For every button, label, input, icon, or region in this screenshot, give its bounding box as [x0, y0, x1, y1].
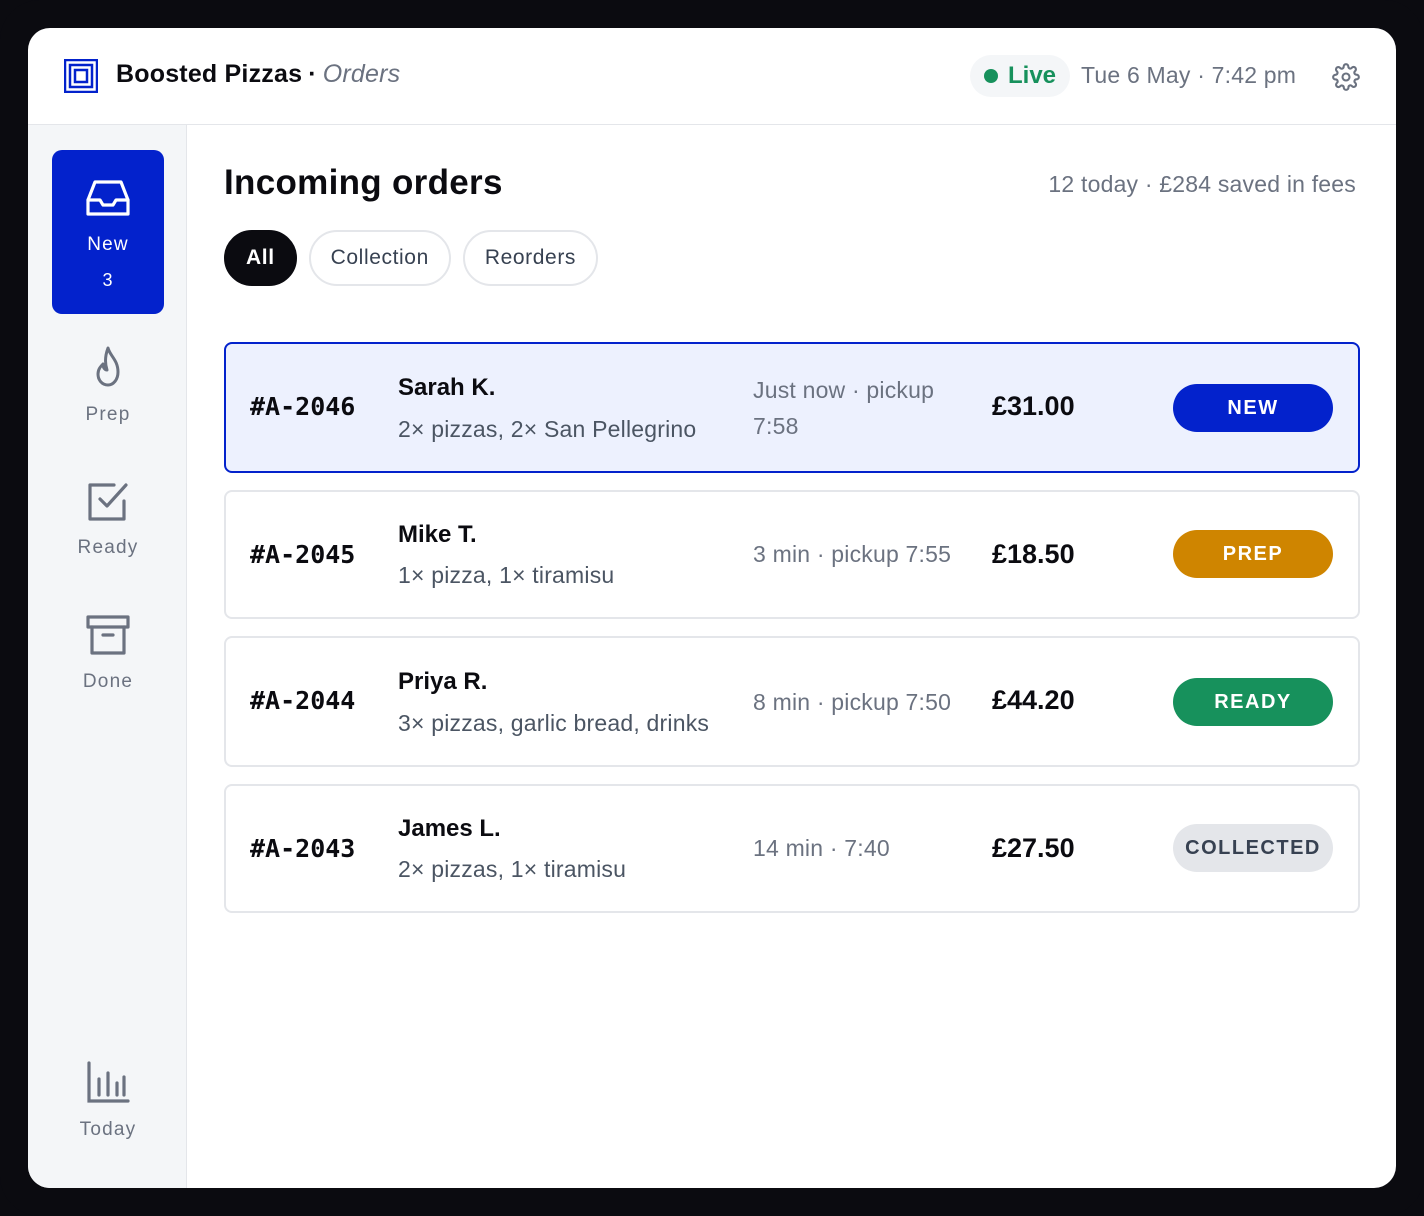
status-badge-ready[interactable]: READY — [1173, 678, 1333, 726]
brand-title: Boosted Pizzas · Orders — [116, 60, 400, 89]
order-items: 2× pizzas, 2× San Pellegrino — [398, 416, 697, 442]
sidebar-item-label: New — [87, 234, 129, 255]
customer-name: Sarah K. — [398, 374, 496, 401]
main-content: Incoming orders 12 today · £284 saved in… — [187, 125, 1396, 1188]
live-label: Live — [1008, 62, 1057, 89]
new-count-badge: 3 — [102, 270, 114, 290]
customer-name: Mike T. — [398, 521, 477, 548]
sidebar-item-new[interactable]: New 3 — [52, 150, 164, 314]
brand-logo-icon — [64, 59, 98, 93]
app-header: Boosted Pizzas · Orders Live Tue 6 May · 7… — [28, 28, 1396, 125]
order-price: £18.50 — [992, 539, 1075, 569]
sidebar-item-label: Done — [82, 671, 134, 692]
order-timing: 3 min · pickup 7:55 — [753, 536, 951, 572]
order-timing: 14 min · 7:40 — [753, 830, 890, 866]
order-items: 2× pizzas, 1× tiramisu — [398, 856, 627, 882]
order-price: £31.00 — [992, 391, 1075, 421]
orders-summary: 12 today · £284 saved in fees — [1048, 171, 1356, 197]
status-badge-prep[interactable]: PREP — [1173, 530, 1333, 578]
order-timing-line: 7:58 — [753, 413, 799, 439]
inbox-icon — [86, 180, 130, 216]
page-title: Incoming orders — [224, 163, 503, 202]
sidebar-item-label: Prep — [85, 404, 131, 425]
sidebar-item-done[interactable]: Done — [52, 611, 164, 775]
tablet-frame: Boosted Pizzas · Orders Live Tue 6 May · 7… — [0, 0, 1424, 1216]
page-name: Orders — [322, 60, 401, 88]
filter-collection[interactable]: Collection — [308, 230, 451, 286]
brand-name: Boosted Pizzas — [116, 60, 303, 88]
order-timing-line: 14 min · 7:40 — [753, 835, 890, 861]
order-timing-line: Just now · pickup — [753, 377, 935, 403]
filter-all[interactable]: All — [224, 230, 297, 286]
order-price: £27.50 — [992, 833, 1075, 863]
order-id: #A-2043 — [250, 834, 356, 863]
bar-chart-icon — [87, 1061, 130, 1103]
sidebar-item-today[interactable]: Today — [52, 1059, 164, 1188]
archive-icon — [86, 615, 130, 655]
order-id: #A-2046 — [250, 392, 356, 421]
filter-reorders[interactable]: Reorders — [462, 230, 599, 286]
live-dot-icon — [984, 69, 998, 83]
order-id: #A-2044 — [250, 686, 356, 715]
brand-separator: · — [308, 60, 317, 88]
order-items: 3× pizzas, garlic bread, drinks — [398, 710, 710, 736]
order-timing: 8 min · pickup 7:50 — [753, 684, 951, 720]
sidebar-item-label: Ready — [77, 537, 139, 558]
status-badge-new[interactable]: NEW — [1173, 384, 1333, 432]
flame-icon — [96, 346, 120, 387]
order-id: #A-2045 — [250, 540, 356, 569]
order-row[interactable]: #A-2043 James L. 2× pizzas, 1× tiramisu … — [224, 784, 1360, 913]
order-row[interactable]: #A-2045 Mike T. 1× pizza, 1× tiramisu 3 … — [224, 490, 1360, 619]
header-datetime: Tue 6 May · 7:42 pm — [1081, 62, 1297, 88]
checkbox-icon — [88, 483, 128, 521]
status-badge-collected[interactable]: COLLECTED — [1173, 824, 1333, 872]
customer-name: Priya R. — [398, 668, 488, 695]
order-row[interactable]: #A-2044 Priya R. 3× pizzas, garlic bread… — [224, 636, 1360, 767]
app-screen: Boosted Pizzas · Orders Live Tue 6 May · 7… — [28, 28, 1396, 1188]
order-timing-line: 3 min · pickup 7:55 — [753, 541, 952, 567]
sidebar-item-label: Today — [79, 1119, 137, 1140]
live-status-pill[interactable]: Live — [970, 55, 1071, 97]
order-items: 1× pizza, 1× tiramisu — [398, 562, 615, 588]
customer-name: James L. — [398, 815, 501, 842]
order-timing: Just now · pickup 7:58 — [753, 372, 934, 444]
order-row[interactable]: #A-2046 Sarah K. 2× pizzas, 2× San Pelle… — [224, 342, 1360, 473]
sidebar: New 3 Prep Ready Done Today — [28, 125, 187, 1188]
order-timing-line: 8 min · pickup 7:50 — [753, 689, 952, 715]
filter-chips: All Collection Reorders — [224, 230, 599, 286]
gear-icon[interactable] — [1332, 63, 1360, 91]
order-price: £44.20 — [992, 685, 1075, 715]
